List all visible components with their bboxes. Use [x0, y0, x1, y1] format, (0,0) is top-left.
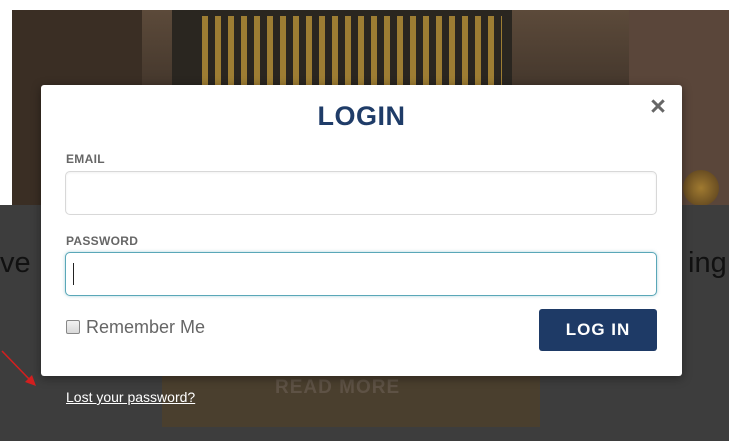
email-label: EMAIL [66, 152, 105, 166]
modal-title: LOGIN [317, 101, 406, 131]
text-caret [73, 263, 74, 285]
login-button[interactable]: LOG IN [539, 309, 657, 351]
lost-password-link[interactable]: Lost your password? [66, 389, 195, 405]
annotation-arrow-icon [1, 350, 36, 386]
remember-me-checkbox[interactable] [66, 320, 80, 334]
hero-clock [683, 170, 719, 206]
close-icon[interactable]: × [647, 93, 669, 120]
login-modal: LOGIN × EMAIL PASSWORD Remember Me LOG I… [41, 85, 682, 376]
background-heading-left: ve [0, 247, 31, 279]
hero-tower-windows [202, 16, 502, 92]
email-field[interactable] [65, 171, 657, 215]
password-field[interactable] [65, 252, 657, 296]
background-heading-right: ing [688, 247, 727, 279]
password-label: PASSWORD [66, 234, 139, 248]
read-more-label: READ MORE [275, 377, 401, 398]
remember-me-label: Remember Me [86, 316, 206, 337]
remember-me[interactable]: Remember Me [66, 317, 205, 337]
